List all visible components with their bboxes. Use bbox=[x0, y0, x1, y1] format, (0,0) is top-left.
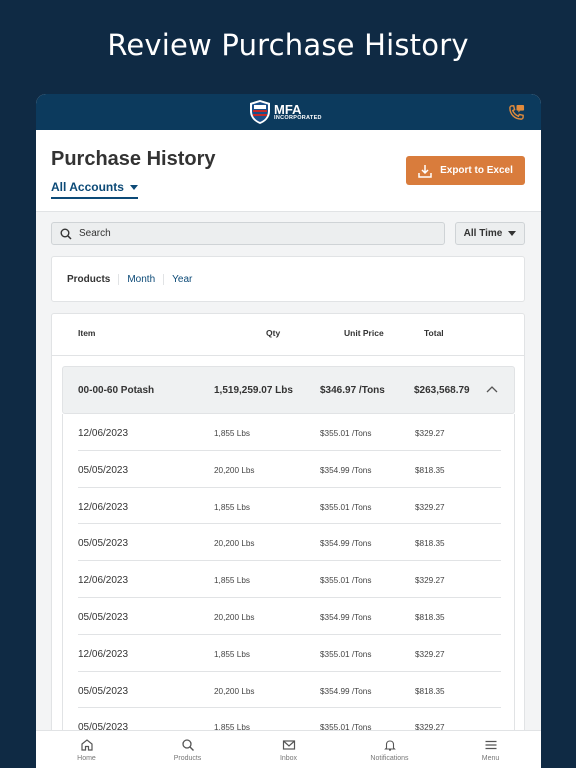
row-date: 12/06/2023 bbox=[78, 648, 129, 660]
search-icon bbox=[60, 228, 72, 240]
row-qty: 1,855 Lbs bbox=[214, 502, 250, 512]
mfa-shield-icon bbox=[250, 100, 270, 124]
home-icon bbox=[80, 738, 93, 751]
caret-down-icon bbox=[508, 231, 517, 236]
header-divider bbox=[52, 355, 524, 356]
chevron-up-icon[interactable] bbox=[486, 385, 498, 393]
search-placeholder: Search bbox=[79, 228, 111, 239]
hero-title: Review Purchase History bbox=[107, 28, 469, 62]
search-input[interactable]: Search bbox=[51, 222, 445, 245]
bottom-nav: Home Products Inbox Notifications Menu bbox=[36, 730, 541, 768]
row-total: $329.27 bbox=[415, 649, 445, 659]
table-row[interactable]: 05/05/2023 20,200 Lbs $354.99 /Tons $818… bbox=[62, 597, 515, 635]
group-by-filters: Products Month Year bbox=[51, 256, 525, 302]
logo-sub: INCORPORATED bbox=[274, 114, 322, 121]
group-item: 00-00-60 Potash bbox=[78, 385, 155, 396]
filter-year[interactable]: Year bbox=[163, 273, 200, 285]
row-date: 05/05/2023 bbox=[78, 611, 129, 623]
table-row[interactable]: 05/05/2023 20,200 Lbs $354.99 /Tons $818… bbox=[62, 524, 515, 562]
row-unit-price: $354.99 /Tons bbox=[320, 612, 372, 622]
account-selector-label: All Accounts bbox=[51, 180, 124, 194]
row-qty: 20,200 Lbs bbox=[214, 612, 255, 622]
nav-menu-label: Menu bbox=[481, 754, 500, 762]
nav-notifications-label: Notifications bbox=[370, 754, 409, 762]
row-unit-price: $354.99 /Tons bbox=[320, 465, 372, 475]
row-qty: 20,200 Lbs bbox=[214, 686, 255, 696]
column-header-total: Total bbox=[424, 328, 444, 338]
download-icon bbox=[418, 164, 432, 178]
row-date: 05/05/2023 bbox=[78, 464, 129, 476]
row-date: 05/05/2023 bbox=[78, 685, 129, 697]
group-unit-price: $346.97 /Tons bbox=[320, 385, 385, 396]
row-qty: 1,855 Lbs bbox=[214, 429, 250, 438]
nav-products[interactable]: Products bbox=[137, 731, 238, 768]
table-row[interactable]: 12/06/2023 1,855 Lbs $355.01 /Tons $329.… bbox=[62, 414, 515, 451]
column-header-qty: Qty bbox=[266, 328, 281, 338]
column-header-unit-price: Unit Price bbox=[344, 328, 384, 338]
row-qty: 1,855 Lbs bbox=[214, 649, 250, 659]
phone-chat-icon[interactable] bbox=[508, 104, 525, 121]
row-total: $329.27 bbox=[415, 429, 445, 438]
row-total: $818.35 bbox=[415, 612, 445, 622]
row-date: 12/06/2023 bbox=[78, 575, 129, 587]
export-excel-button[interactable]: Export to Excel bbox=[406, 156, 525, 185]
table-row[interactable]: 12/06/2023 1,855 Lbs $355.01 /Tons $329.… bbox=[62, 487, 515, 525]
group-total: $263,568.79 bbox=[414, 385, 470, 396]
page-title: Purchase History bbox=[51, 148, 216, 170]
logo-main: MFA bbox=[274, 101, 302, 117]
menu-icon bbox=[485, 740, 496, 749]
row-date: 05/05/2023 bbox=[78, 538, 129, 550]
nav-home[interactable]: Home bbox=[36, 731, 137, 768]
group-qty: 1,519,259.07 Lbs bbox=[214, 385, 293, 396]
row-total: $329.27 bbox=[415, 576, 445, 586]
nav-notifications[interactable]: Notifications bbox=[339, 731, 440, 768]
row-qty: 1,855 Lbs bbox=[214, 576, 250, 586]
time-filter-label: All Time bbox=[463, 228, 503, 239]
app-header: MFA INCORPORATED bbox=[36, 94, 541, 130]
table-row[interactable]: 12/06/2023 1,855 Lbs $355.01 /Tons $329.… bbox=[62, 561, 515, 598]
export-label: Export to Excel bbox=[440, 165, 513, 176]
nav-home-label: Home bbox=[77, 754, 96, 762]
mail-icon bbox=[282, 739, 295, 750]
row-total: $818.35 bbox=[415, 686, 445, 696]
row-qty: 20,200 Lbs bbox=[214, 539, 255, 549]
nav-products-label: Products bbox=[173, 754, 202, 762]
row-qty: 20,200 Lbs bbox=[214, 465, 255, 475]
table-row[interactable]: 05/05/2023 20,200 Lbs $354.99 /Tons $818… bbox=[62, 671, 515, 709]
page-top: Purchase History All Accounts Export to … bbox=[36, 130, 541, 212]
row-unit-price: $355.01 /Tons bbox=[320, 502, 372, 512]
search-icon bbox=[181, 738, 194, 751]
row-total: $329.27 bbox=[415, 502, 445, 512]
row-total: $818.35 bbox=[415, 465, 445, 475]
row-unit-price: $354.99 /Tons bbox=[320, 539, 372, 549]
filter-month[interactable]: Month bbox=[118, 273, 163, 285]
row-unit-price: $355.01 /Tons bbox=[320, 649, 372, 659]
table-row[interactable]: 05/05/2023 20,200 Lbs $354.99 /Tons $818… bbox=[62, 450, 515, 488]
filter-products[interactable]: Products bbox=[67, 274, 118, 285]
nav-inbox-label: Inbox bbox=[279, 754, 298, 762]
row-date: 12/06/2023 bbox=[78, 428, 129, 439]
product-group-row[interactable]: 00-00-60 Potash 1,519,259.07 Lbs $346.97… bbox=[62, 366, 515, 414]
table-row[interactable]: 12/06/2023 1,855 Lbs $355.01 /Tons $329.… bbox=[62, 634, 515, 672]
nav-menu[interactable]: Menu bbox=[440, 731, 541, 768]
row-unit-price: $355.01 /Tons bbox=[320, 429, 372, 438]
caret-down-icon bbox=[129, 184, 138, 190]
row-unit-price: $355.01 /Tons bbox=[320, 576, 372, 586]
purchase-table: Item Qty Unit Price Total 00-00-60 Potas… bbox=[51, 313, 525, 768]
row-date: 12/06/2023 bbox=[78, 501, 129, 513]
bell-icon bbox=[383, 739, 396, 751]
nav-inbox[interactable]: Inbox bbox=[238, 731, 339, 768]
account-selector[interactable]: All Accounts bbox=[51, 180, 138, 199]
purchase-rows: 12/06/2023 1,855 Lbs $355.01 /Tons $329.… bbox=[62, 414, 515, 746]
mfa-logo[interactable]: MFA INCORPORATED bbox=[249, 98, 322, 126]
row-unit-price: $354.99 /Tons bbox=[320, 686, 372, 696]
app-window: MFA INCORPORATED Purchase History All Ac… bbox=[36, 94, 541, 768]
time-filter-dropdown[interactable]: All Time bbox=[455, 222, 525, 245]
column-header-item: Item bbox=[78, 328, 96, 338]
row-total: $818.35 bbox=[415, 539, 445, 549]
